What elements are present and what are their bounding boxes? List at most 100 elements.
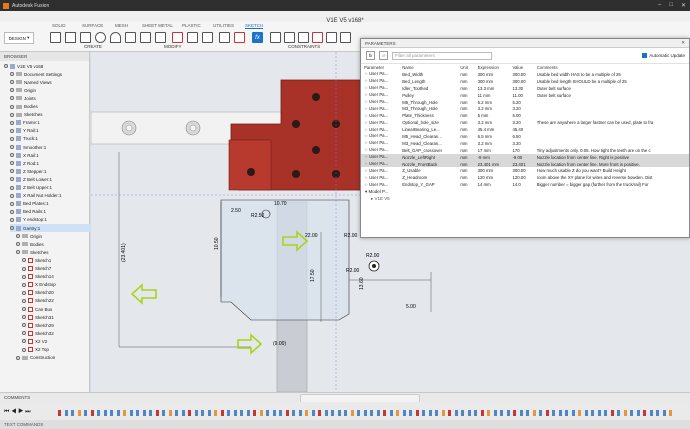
dimension-label[interactable]: 10.70 bbox=[274, 201, 287, 207]
parameter-row[interactable]: ☆ User Pa... LinearBearing_Le... mm 45.4 mm… bbox=[361, 126, 689, 133]
timeline-feature-icon[interactable] bbox=[253, 410, 256, 416]
timeline-feature-icon[interactable] bbox=[64, 410, 68, 416]
timeline-feature-icon[interactable] bbox=[578, 410, 581, 416]
timeline-feature-icon[interactable] bbox=[188, 410, 191, 416]
timeline-feature-icon[interactable] bbox=[454, 410, 458, 416]
timeline-feature-icon[interactable] bbox=[207, 410, 211, 416]
timeline-feature-icon[interactable] bbox=[396, 410, 399, 416]
timeline-feature-icon[interactable] bbox=[656, 410, 659, 416]
visibility-eye-icon[interactable] bbox=[10, 153, 14, 158]
change-parameters-icon[interactable]: fx bbox=[252, 32, 263, 43]
browser-item[interactable]: Sketches bbox=[10, 111, 90, 119]
timeline[interactable]: ⏮ ◀ ▶ ⏭ bbox=[0, 402, 690, 420]
timeline-feature-icon[interactable] bbox=[435, 410, 438, 416]
parameter-cell-container[interactable]: 120 mm bbox=[475, 174, 510, 181]
timeline-feature-icon[interactable] bbox=[565, 410, 568, 416]
timeline-feature-icon[interactable] bbox=[227, 410, 230, 416]
close-icon[interactable]: ✕ bbox=[681, 2, 686, 9]
timeline-feature-icon[interactable] bbox=[110, 410, 113, 416]
parameter-cell-container[interactable]: 6.5 mm bbox=[475, 133, 510, 140]
timeline-feature-icon[interactable] bbox=[409, 410, 412, 416]
constraints-group-label[interactable]: CONSTRAINTS bbox=[288, 44, 320, 49]
visibility-eye-icon[interactable] bbox=[10, 226, 14, 230]
maximize-icon[interactable]: □ bbox=[669, 2, 673, 9]
dimension-label[interactable]: 17.50 bbox=[310, 269, 316, 282]
timeline-feature-icon[interactable] bbox=[662, 410, 666, 416]
timeline-feature-icon[interactable] bbox=[136, 410, 139, 416]
timeline-feature-icon[interactable] bbox=[467, 410, 471, 416]
circle-icon[interactable] bbox=[95, 32, 106, 43]
timeline-feature-icon[interactable] bbox=[344, 410, 347, 416]
timeline-feature-icon[interactable] bbox=[350, 410, 354, 416]
timeline-feature-icon[interactable] bbox=[194, 410, 198, 416]
timeline-feature-icon[interactable] bbox=[220, 410, 224, 416]
visibility-eye-icon[interactable] bbox=[10, 161, 14, 166]
browser-item[interactable]: Bed Plates:1 bbox=[10, 200, 90, 208]
create-group-label[interactable]: CREATE bbox=[84, 44, 102, 49]
parameter-row[interactable]: ☆ User Pa... Bed_Width mm 300 mm 300.00 Usabl… bbox=[361, 71, 689, 78]
line-icon[interactable] bbox=[65, 32, 76, 43]
visibility-eye-icon[interactable] bbox=[22, 290, 26, 295]
text-commands-bar[interactable]: TEXT COMMANDS bbox=[0, 420, 690, 429]
parameter-cell-container[interactable]: 3.2 mm bbox=[475, 119, 510, 126]
visibility-eye-icon[interactable] bbox=[10, 80, 14, 85]
timeline-feature-icon[interactable] bbox=[571, 410, 575, 416]
timeline-feature-icon[interactable] bbox=[493, 410, 497, 416]
parameter-cell[interactable]: 23.401 mm bbox=[478, 162, 500, 167]
timeline-feature-icon[interactable] bbox=[149, 410, 152, 416]
timeline-feature-icon[interactable] bbox=[305, 410, 308, 416]
timeline-feature-icon[interactable] bbox=[259, 410, 263, 416]
parameter-filter-input[interactable]: Filter all parameters bbox=[392, 51, 492, 60]
parameter-cell[interactable]: 6.5 mm bbox=[478, 134, 492, 139]
tab-utilities[interactable]: UTILITIES bbox=[213, 23, 234, 28]
parameter-cell-container[interactable]: 5.2 mm bbox=[475, 99, 510, 106]
dimension-label[interactable]: 2.50 bbox=[231, 208, 241, 214]
browser-item[interactable]: X2 Top bbox=[22, 346, 90, 354]
visibility-eye-icon[interactable] bbox=[22, 323, 26, 328]
timeline-feature-icon[interactable] bbox=[103, 410, 107, 416]
collinear-icon[interactable] bbox=[284, 32, 295, 43]
timeline-feature-icon[interactable] bbox=[630, 410, 633, 416]
browser-item[interactable]: Z Belt Lower:1 bbox=[10, 175, 90, 183]
visibility-eye-icon[interactable] bbox=[10, 193, 14, 198]
parameter-cell-container[interactable]: 3.2 mm bbox=[475, 140, 510, 147]
visibility-eye-icon[interactable] bbox=[10, 72, 14, 77]
visibility-eye-icon[interactable] bbox=[22, 315, 26, 320]
browser-item[interactable]: X2 V2 bbox=[22, 337, 90, 345]
column-header[interactable]: Value bbox=[509, 64, 533, 71]
timeline-feature-icon[interactable] bbox=[480, 410, 484, 416]
dimension-label[interactable]: 22.00 bbox=[305, 233, 318, 239]
timeline-feature-icon[interactable] bbox=[610, 410, 614, 416]
browser-item[interactable]: Bodies bbox=[10, 103, 90, 111]
rectangle-icon[interactable] bbox=[80, 32, 91, 43]
visibility-eye-icon[interactable] bbox=[16, 234, 20, 239]
timeline-feature-icon[interactable] bbox=[123, 410, 126, 416]
parameter-cell-container[interactable]: 11 mm bbox=[475, 92, 510, 99]
parameter-cell-container[interactable]: 3.2 mm bbox=[475, 105, 510, 112]
timeline-feature-icon[interactable] bbox=[513, 410, 516, 416]
timeline-feature-icon[interactable] bbox=[363, 410, 367, 416]
parameter-cell[interactable]: 3.2 mm bbox=[478, 120, 492, 125]
tab-solid[interactable]: SOLID bbox=[52, 23, 66, 28]
column-header[interactable]: Name bbox=[399, 64, 457, 71]
visibility-eye-icon[interactable] bbox=[10, 120, 14, 125]
browser-item[interactable]: Sketches bbox=[16, 248, 90, 256]
arc-icon[interactable] bbox=[110, 32, 121, 43]
timeline-feature-icon[interactable] bbox=[617, 410, 620, 416]
coincident-icon[interactable] bbox=[270, 32, 281, 43]
tab-surface[interactable]: SURFACE bbox=[82, 23, 103, 28]
parameter-cell[interactable]: 3.2 mm bbox=[478, 106, 492, 111]
dimension-label[interactable]: R2.50 bbox=[251, 213, 265, 219]
browser-item[interactable]: Gantry:1 bbox=[10, 224, 90, 232]
dimension-label[interactable]: R2.00 bbox=[366, 253, 380, 259]
parameter-cell-container[interactable]: 300 mm bbox=[475, 167, 510, 174]
visibility-eye-icon[interactable] bbox=[22, 339, 26, 344]
timeline-feature-icon[interactable] bbox=[279, 410, 282, 416]
timeline-feature-icon[interactable] bbox=[71, 410, 74, 416]
browser-item[interactable]: Document Settings bbox=[10, 70, 90, 78]
tab-sheet-metal[interactable]: SHEET METAL bbox=[142, 23, 173, 28]
parameter-cell-container[interactable]: 5 mm bbox=[475, 112, 510, 119]
timeline-feature-icon[interactable] bbox=[175, 410, 178, 416]
browser-item[interactable]: Z Belt Upper:1 bbox=[10, 184, 90, 192]
visibility-eye-icon[interactable] bbox=[16, 242, 20, 247]
